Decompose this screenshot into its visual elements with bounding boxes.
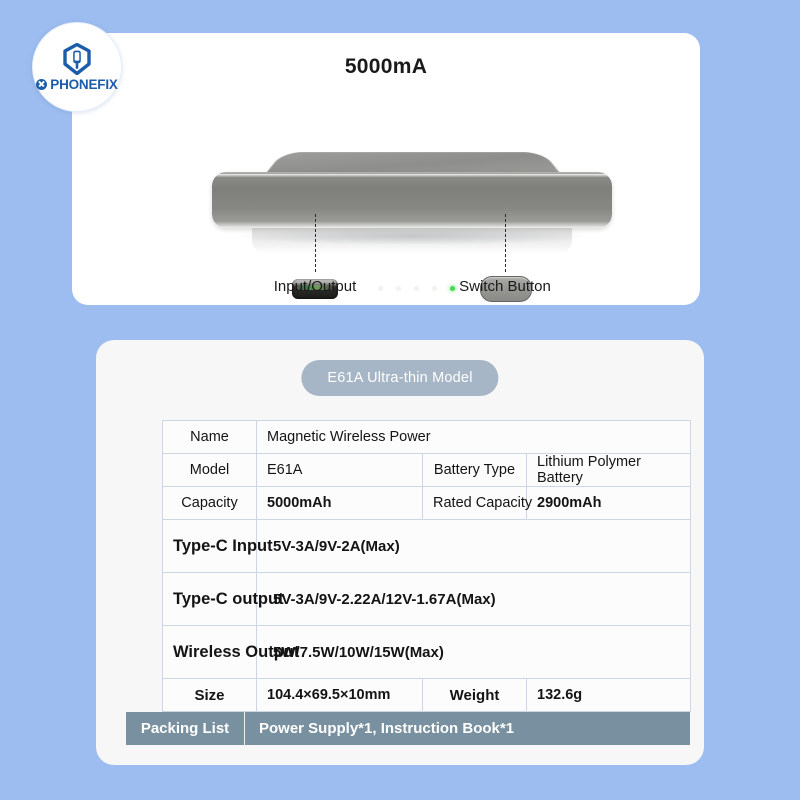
cell-label-typec-input: Type-C Input [162,519,273,573]
table-row: Type-C output 5V-3A/9V-2.22A/12V-1.67A(M… [162,572,692,626]
callout-label-input-output: Input/Output [273,278,357,295]
cell-value-size: 104.4×69.5×10mm [256,678,423,712]
cell-value-weight: 132.6g [525,678,692,712]
cell-label-size: Size [162,678,257,712]
led-indicator [396,286,401,291]
cell-value-wireless-output: 5W/7.5W/10W/15W(Max) [255,625,692,679]
cell-label-weight: Weight [422,678,527,712]
cell-label-capacity: Capacity [162,486,257,520]
cell-value-typec-output: 5V-3A/9V-2.22A/12V-1.67A(Max) [255,572,692,626]
led-indicator [432,286,437,291]
product-illustration: Input/Output Switch Button [212,88,612,302]
cell-value-battery-type: Lithium Polymer Battery [525,453,692,487]
callout-label-switch-button: Switch Button [459,278,551,295]
product-image-card: 5000mA Input/Output Switch Button [72,33,700,305]
table-row: Name Magnetic Wireless Power [162,420,692,454]
cell-value-capacity: 5000mAh [256,486,423,520]
specification-card: E61A Ultra-thin Model Name Magnetic Wire… [96,340,704,765]
table-row: Model E61A Battery Type Lithium Polymer … [162,453,692,487]
cell-value-name: Magnetic Wireless Power [255,420,692,454]
cell-value-typec-input: 5V-3A/9V-2A(Max) [255,519,692,573]
shield-phone-wrench-icon [63,42,91,75]
brand-wordmark: PHONEFIX [36,76,118,92]
led-indicator-group [378,286,455,291]
cell-value-packing-list: Power Supply*1, Instruction Book*1 [259,720,515,737]
cell-label-typec-output: Type-C output [162,572,284,626]
specification-table: Name Magnetic Wireless Power Model E61A … [162,420,692,712]
callout-line-input-output [315,214,316,272]
cell-label-model: Model [162,453,257,487]
cell-label-battery-type: Battery Type [422,453,527,487]
table-row: Type-C Input 5V-3A/9V-2A(Max) [162,519,692,573]
table-row: Wireless Output 5W/7.5W/10W/15W(Max) [162,625,692,679]
cell-label-wireless-output: Wireless Output [162,625,299,679]
cell-value-rated-capacity: 2900mAh [525,486,692,520]
power-bank-front-edge [212,172,612,302]
callout-line-switch-button [505,214,506,272]
cell-value-model: E61A [256,453,423,487]
x-mark-icon [36,78,48,90]
brand-name: PHONEFIX [50,76,118,92]
led-indicator-active [450,286,455,291]
cell-label-name: Name [162,420,257,454]
model-badge: E61A Ultra-thin Model [301,360,499,396]
packing-list-row: Packing List Power Supply*1, Instruction… [126,712,690,745]
cell-label-packing-list: Packing List [126,712,245,745]
led-indicator [378,286,383,291]
led-indicator [414,286,419,291]
table-row: Size 104.4×69.5×10mm Weight 132.6g [162,678,692,712]
table-row: Capacity 5000mAh Rated Capacity 2900mAh [162,486,692,520]
brand-logo: PHONEFIX [32,22,122,112]
cell-label-rated-capacity: Rated Capacity [422,486,532,520]
product-reflection [252,228,572,254]
page-title: 5000mA [344,55,428,78]
